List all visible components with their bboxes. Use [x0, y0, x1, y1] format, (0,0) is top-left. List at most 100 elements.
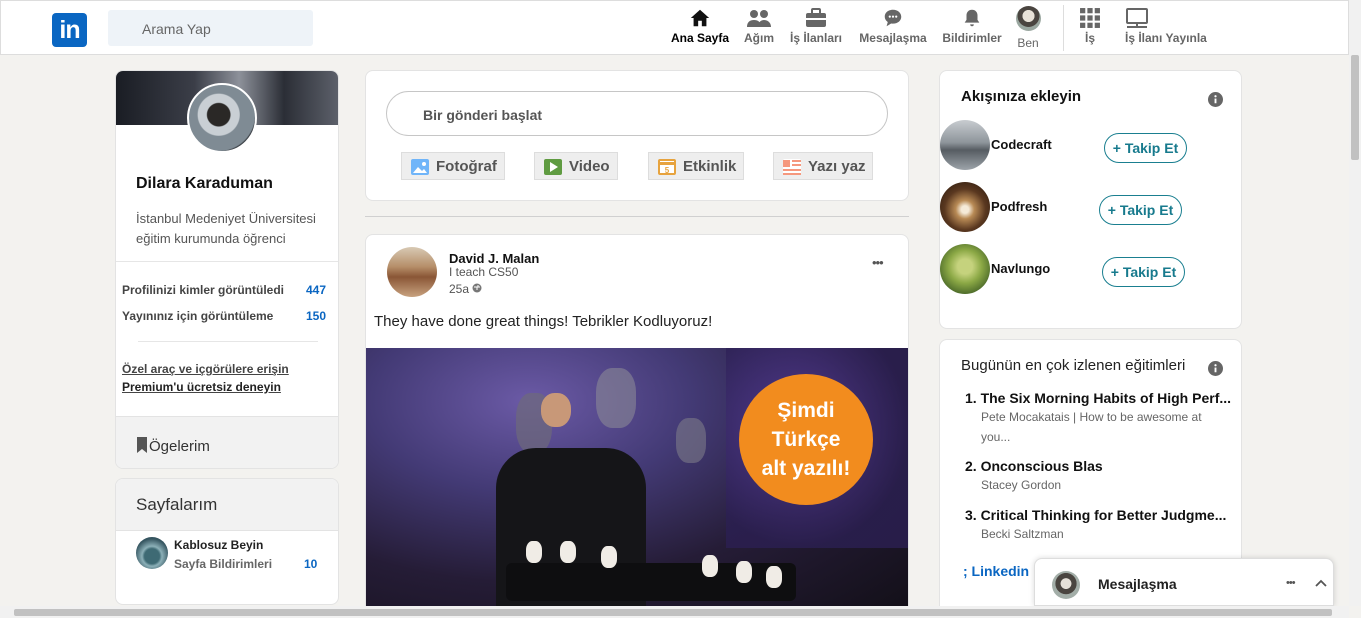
event-button[interactable]: 5 Etkinlik [648, 152, 744, 180]
post-author-avatar[interactable] [387, 247, 437, 297]
post-more-options-icon[interactable]: ••• [872, 255, 884, 270]
messaging-label: Mesajlaşma [1098, 576, 1177, 592]
info-icon[interactable] [1208, 361, 1223, 376]
course-title: 1. The Six Morning Habits of High Perf..… [965, 390, 1232, 406]
subtitle-badge: Şimdi Türkçe alt yazılı! [739, 374, 873, 505]
profile-headline: İstanbul Medeniyet Üniversitesi eğitim k… [136, 211, 316, 246]
nav-jobs[interactable]: İş İlanları [787, 7, 845, 45]
scrollbar-thumb[interactable] [14, 609, 1332, 616]
messaging-overlay[interactable]: Mesajlaşma ••• [1034, 558, 1334, 606]
write-article-label: Yazı yaz [808, 158, 866, 175]
info-icon[interactable] [1208, 92, 1223, 107]
premium-line-1: Özel araç ve içgörülere erişin [122, 362, 289, 376]
course-author: Pete Mocakatais | How to be awesome at y… [965, 407, 1235, 447]
image-lamp-base [506, 563, 796, 601]
post-author-name[interactable]: David J. Malan [449, 251, 539, 266]
post-image[interactable]: Şimdi Türkçe alt yazılı! [366, 348, 908, 613]
write-article-button[interactable]: Yazı yaz [773, 152, 873, 180]
profile-avatar[interactable] [187, 83, 257, 153]
course-title: 2. Onconscious Blas [965, 458, 1103, 474]
course-author: Stacey Gordon [981, 478, 1062, 492]
photo-button[interactable]: Fotoğraf [401, 152, 505, 180]
stat-label: Profilinizi kimler görüntüledi [122, 283, 285, 297]
top-nav-bar: in Arama Yap Ana Sayfa Ağım İş İlanları … [0, 0, 1349, 55]
company-name[interactable]: Codecraft [991, 137, 1052, 152]
follow-button[interactable]: + Takip Et [1102, 257, 1185, 287]
company-name[interactable]: Navlungo [991, 261, 1050, 276]
nav-divider [1063, 5, 1064, 51]
badge-line: Şimdi [777, 399, 835, 422]
course-item[interactable]: 1. The Six Morning Habits of High Perf..… [965, 390, 1235, 447]
nav-jobs-label: İş İlanları [789, 31, 843, 45]
nav-me[interactable]: Ben [1013, 6, 1043, 50]
nav-post-job-label: İş İlanı Yayınla [1125, 31, 1207, 45]
search-input[interactable]: Arama Yap [108, 10, 313, 46]
post-author-subtitle: I teach CS50 [449, 265, 519, 279]
start-post-input[interactable]: Bir gönderi başlat [386, 91, 888, 136]
profile-name[interactable]: Dilara Karaduman [136, 175, 273, 193]
badge-line: alt yazılı! [761, 457, 851, 480]
nav-business[interactable]: İş [1075, 7, 1105, 45]
nav-notifications-label: Bildirimler [942, 31, 1002, 45]
course-title: 3. Critical Thinking for Better Judgme..… [965, 507, 1227, 523]
page-avatar [136, 537, 168, 569]
nav-post-job[interactable]: İş İlanı Yayınla [1125, 7, 1209, 45]
video-button[interactable]: Video [534, 152, 618, 180]
image-bulb [601, 546, 617, 568]
pages-header: Sayfalarım [116, 479, 338, 531]
post-job-icon [1126, 8, 1148, 28]
feed-divider [365, 216, 909, 217]
follow-button[interactable]: + Takip Et [1104, 133, 1187, 163]
feed-post: David J. Malan I teach CS50 25a ••• They… [365, 234, 909, 614]
company-avatar[interactable] [940, 120, 990, 170]
nav-messaging[interactable]: Mesajlaşma [857, 7, 929, 45]
course-item[interactable]: 2. Onconscious Blas Stacey Gordon [965, 458, 1235, 495]
follow-suggestions-card: Akışınıza ekleyin Codecraft + Takip Et P… [939, 70, 1242, 329]
jobs-icon [806, 8, 826, 27]
image-person-head [541, 393, 571, 427]
follow-title: Akışınıza ekleyin [961, 88, 1082, 105]
chevron-up-icon[interactable] [1315, 579, 1327, 587]
linkedin-learning-link[interactable]: ; Linkedin [963, 563, 1029, 579]
globe-icon [472, 283, 482, 293]
vertical-scrollbar[interactable] [1349, 0, 1361, 606]
video-icon [544, 159, 562, 175]
scrollbar-thumb[interactable] [1351, 55, 1359, 160]
company-name[interactable]: Podfresh [991, 199, 1047, 214]
nav-notifications[interactable]: Bildirimler [940, 7, 1004, 45]
image-lamp [596, 368, 636, 428]
post-text: They have done great things! Tebrikler K… [374, 313, 713, 330]
network-icon [747, 10, 771, 27]
company-avatar[interactable] [940, 244, 990, 294]
image-bulb [560, 541, 576, 563]
grid-icon [1080, 8, 1100, 28]
course-author: Becki Saltzman [981, 527, 1064, 541]
courses-title: Bugünün en çok izlenen eğitimleri [961, 357, 1186, 374]
stat-value: 447 [305, 283, 326, 297]
linkedin-logo[interactable]: in [52, 13, 87, 47]
nav-network-label: Ağım [744, 31, 774, 45]
page-notifications-label: Sayfa Bildirimleri [174, 557, 273, 571]
page-item[interactable]: Kablosuz Beyin Sayfa Bildirimleri 10 [136, 537, 336, 577]
messaging-more-icon[interactable]: ••• [1286, 577, 1296, 589]
post-impressions-stat[interactable]: Yayınınız için görüntüleme 150 [122, 309, 332, 323]
pages-card: Sayfalarım Kablosuz Beyin Sayfa Bildirim… [115, 478, 339, 605]
nav-home[interactable]: Ana Sayfa [669, 7, 731, 45]
nav-messaging-label: Mesajlaşma [859, 31, 927, 45]
follow-button[interactable]: + Takip Et [1099, 195, 1182, 225]
event-label: Etkinlik [683, 158, 737, 175]
profile-viewers-stat[interactable]: Profilinizi kimler görüntüledi 447 [122, 283, 332, 297]
avatar [1015, 6, 1041, 31]
photo-icon [411, 159, 429, 175]
course-author-line: Pete Mocakatais | How to be awesome at [981, 410, 1202, 424]
messaging-icon [884, 9, 902, 27]
premium-link[interactable]: Özel araç ve içgörülere erişin Premium'u… [122, 360, 289, 396]
nav-network[interactable]: Ağım [741, 7, 777, 45]
nav-home-label: Ana Sayfa [670, 31, 730, 45]
company-avatar[interactable] [940, 182, 990, 232]
horizontal-scrollbar[interactable] [0, 606, 1349, 618]
my-items-link[interactable]: Ögelerim [116, 416, 338, 468]
profile-card: Dilara Karaduman İstanbul Medeniyet Üniv… [115, 70, 339, 469]
image-bulb [526, 541, 542, 563]
course-item[interactable]: 3. Critical Thinking for Better Judgme..… [965, 507, 1235, 544]
